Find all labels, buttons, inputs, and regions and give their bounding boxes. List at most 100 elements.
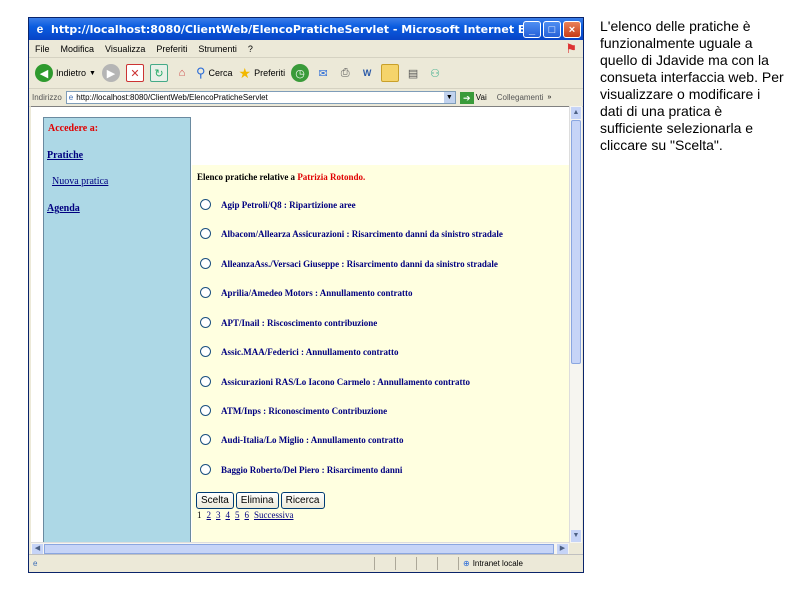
page-link[interactable]: 6: [245, 510, 250, 520]
page-link-current: 1: [197, 510, 202, 520]
search-button[interactable]: ⚲ Cerca: [196, 65, 233, 81]
list-heading: Elenco pratiche relative a Patrizia Roto…: [197, 172, 365, 182]
menu-help[interactable]: ?: [248, 44, 253, 54]
page-link[interactable]: 4: [226, 510, 231, 520]
menu-modifica[interactable]: Modifica: [61, 44, 95, 54]
elimina-button[interactable]: Elimina: [235, 492, 279, 509]
radio-button[interactable]: [200, 434, 211, 445]
menu-file[interactable]: File: [35, 44, 50, 54]
folder-icon[interactable]: [381, 64, 400, 82]
back-button[interactable]: ◀ Indietro ▼: [35, 64, 96, 82]
radio-button[interactable]: [200, 228, 211, 239]
option-label: Assic.MAA/Federici : Annullamento contra…: [221, 346, 399, 357]
menu-visualizza[interactable]: Visualizza: [105, 44, 145, 54]
practice-option[interactable]: Audi-Italia/Lo Miglio : Annullamento con…: [200, 434, 404, 445]
word-icon[interactable]: W: [359, 65, 375, 81]
menu-bar: File Modifica Visualizza Preferiti Strum…: [29, 40, 583, 58]
address-dropdown-icon[interactable]: ▼: [443, 92, 455, 103]
radio-button[interactable]: [200, 376, 211, 387]
vertical-scrollbar[interactable]: ▲ ▼: [569, 106, 582, 543]
practice-option[interactable]: Agip Petroli/Q8 : Ripartizione aree: [200, 199, 356, 210]
scroll-down-icon[interactable]: ▼: [571, 530, 581, 542]
refresh-icon[interactable]: ↻: [149, 64, 168, 82]
favorites-button[interactable]: ★ Preferiti: [239, 65, 286, 82]
option-label: Assicurazioni RAS/Lo Iacono Carmelo : An…: [221, 376, 470, 387]
radio-button[interactable]: [200, 287, 211, 298]
home-icon[interactable]: ⌂: [174, 65, 190, 81]
main-content: Elenco pratiche relative a Patrizia Roto…: [192, 117, 569, 544]
page-link[interactable]: 3: [216, 510, 221, 520]
sidebar-link-agenda[interactable]: Agenda: [47, 203, 80, 214]
practice-option[interactable]: Assic.MAA/Federici : Annullamento contra…: [200, 346, 398, 357]
status-segment: [374, 557, 395, 570]
search-label: Cerca: [208, 68, 233, 78]
print-icon[interactable]: ⎙: [337, 65, 353, 81]
windows-logo-icon: ⚑: [565, 41, 577, 56]
back-label: Indietro: [56, 68, 87, 78]
option-label: AlleanzaAss./Versaci Giuseppe : Risarcim…: [221, 258, 498, 269]
chevron-right-icon[interactable]: »: [547, 94, 551, 101]
radio-button[interactable]: [200, 199, 211, 210]
search-icon: ⚲: [195, 65, 206, 80]
window-title: http://localhost:8080/ClientWeb/ElencoPr…: [51, 22, 523, 36]
sidebar-link-pratiche[interactable]: Pratiche: [47, 150, 83, 161]
practice-option[interactable]: Assicurazioni RAS/Lo Iacono Carmelo : An…: [200, 376, 470, 387]
scroll-up-icon[interactable]: ▲: [571, 107, 581, 119]
practice-option[interactable]: ATM/Inps : Riconoscimento Contribuzione: [200, 405, 387, 416]
mail-icon[interactable]: ✉: [315, 65, 331, 81]
sidebar-title: Accedere a:: [48, 123, 99, 134]
sidebar: Accedere a: Pratiche Nuova pratica Agend…: [43, 117, 191, 544]
history-icon[interactable]: ◷: [291, 64, 310, 82]
radio-button[interactable]: [200, 405, 211, 416]
page-viewport: Accedere a: Pratiche Nuova pratica Agend…: [31, 106, 569, 544]
address-input[interactable]: e http://localhost:8080/ClientWeb/Elenco…: [65, 91, 456, 104]
close-button[interactable]: ×: [563, 20, 581, 38]
go-label: Vai: [475, 93, 487, 102]
go-arrow-icon: ➔: [459, 91, 474, 104]
forward-button[interactable]: ▶: [101, 64, 120, 82]
address-label: Indirizzo: [32, 93, 62, 102]
back-dropdown-icon: ▼: [89, 69, 96, 77]
star-icon: ★: [238, 64, 252, 81]
practice-option[interactable]: AlleanzaAss./Versaci Giuseppe : Risarcim…: [200, 258, 498, 269]
radio-button[interactable]: [200, 258, 211, 269]
page-link[interactable]: 5: [235, 510, 240, 520]
sidebar-link-nuova-pratica[interactable]: Nuova pratica: [52, 176, 108, 187]
scroll-left-icon[interactable]: ◀: [32, 544, 43, 554]
status-segment: [437, 557, 458, 570]
minimize-button[interactable]: _: [523, 20, 541, 38]
radio-button[interactable]: [200, 346, 211, 357]
stop-icon[interactable]: ✕: [125, 64, 144, 82]
menu-preferiti[interactable]: Preferiti: [156, 44, 187, 54]
ricerca-button[interactable]: Ricerca: [280, 492, 325, 509]
action-buttons: Scelta Elimina Ricerca: [196, 492, 325, 509]
option-label: Audi-Italia/Lo Miglio : Annullamento con…: [221, 434, 404, 445]
ie-icon: e: [36, 22, 44, 36]
radio-button[interactable]: [200, 464, 211, 475]
option-label: Albacom/Allearza Assicurazioni : Risarci…: [221, 228, 503, 239]
option-label: Baggio Roberto/Del Piero : Risarcimento …: [221, 464, 403, 475]
horizontal-scroll-thumb[interactable]: [44, 544, 554, 554]
vertical-scroll-thumb[interactable]: [571, 120, 581, 364]
research-icon[interactable]: ▤: [405, 65, 421, 81]
favorites-label: Preferiti: [254, 68, 286, 78]
page-icon: e: [68, 93, 74, 102]
messenger-icon[interactable]: ⚇: [427, 65, 443, 81]
practice-option[interactable]: Baggio Roberto/Del Piero : Risarcimento …: [200, 464, 402, 475]
go-button[interactable]: ➔ Vai: [459, 91, 487, 104]
menu-strumenti[interactable]: Strumenti: [198, 44, 237, 54]
status-segment: [395, 557, 416, 570]
links-label[interactable]: Collegamenti: [497, 93, 544, 102]
scelta-button[interactable]: Scelta: [196, 492, 234, 509]
next-page-link[interactable]: Successiva: [254, 510, 294, 520]
practice-option[interactable]: Albacom/Allearza Assicurazioni : Risarci…: [200, 228, 503, 239]
scroll-right-icon[interactable]: ▶: [557, 544, 568, 554]
heading-prefix: Elenco pratiche relative a: [197, 172, 296, 182]
option-label: APT/Inail : Riscoscimento contribuzione: [221, 317, 378, 328]
content-header-area: [192, 117, 569, 165]
practice-option[interactable]: APT/Inail : Riscoscimento contribuzione: [200, 317, 377, 328]
page-link[interactable]: 2: [207, 510, 212, 520]
practice-option[interactable]: Aprilia/Amedeo Motors : Annullamento con…: [200, 287, 412, 298]
maximize-button[interactable]: □: [543, 20, 561, 38]
radio-button[interactable]: [200, 317, 211, 328]
